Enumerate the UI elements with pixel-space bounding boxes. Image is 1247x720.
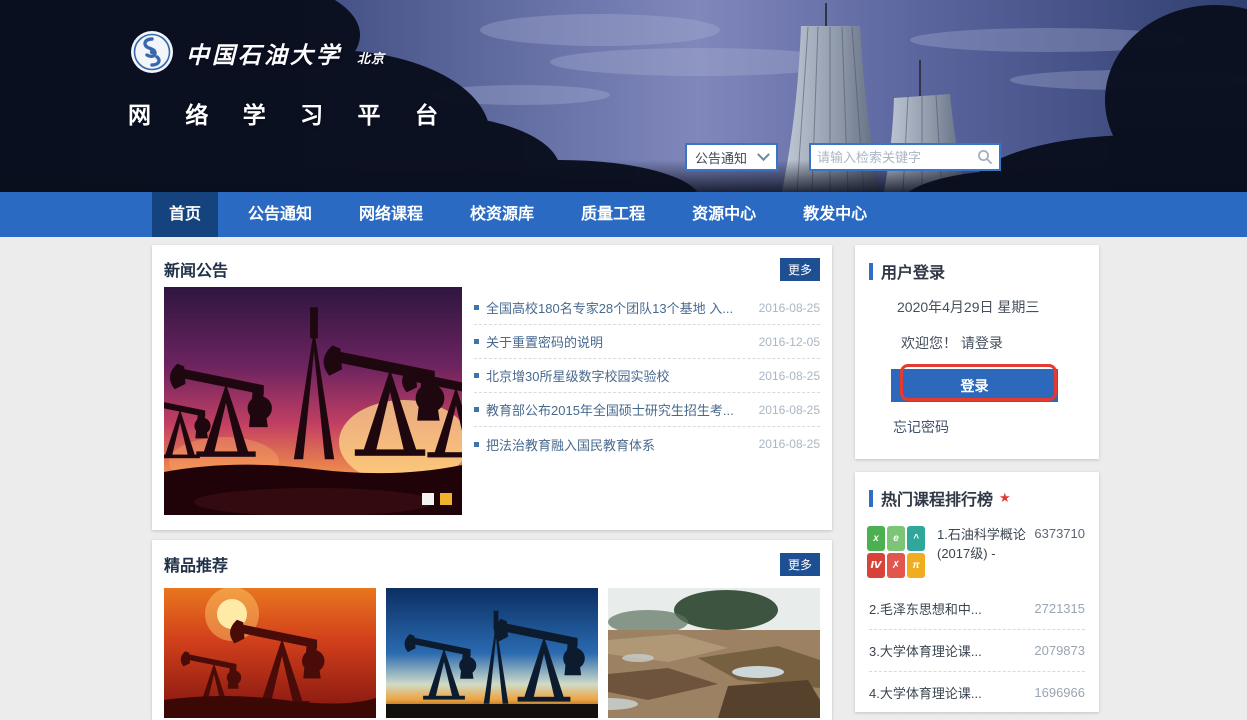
news-more-button[interactable]: 更多 bbox=[780, 258, 820, 281]
university-name: 中国石油大学 北京 bbox=[186, 36, 506, 70]
pager-dot-1[interactable] bbox=[422, 493, 434, 505]
news-section: 新闻公告 更多 bbox=[152, 245, 832, 530]
news-link[interactable]: 北京增30所星级数字校园实验校 bbox=[486, 366, 749, 385]
news-link[interactable]: 把法治教育融入国民教育体系 bbox=[486, 435, 749, 454]
featured-more-button[interactable]: 更多 bbox=[780, 553, 820, 576]
course-name[interactable]: 4.大学体育理论课... bbox=[869, 683, 982, 702]
news-item[interactable]: 全国高校180名专家28个团队13个基地 入... 2016-08-25 bbox=[474, 291, 820, 325]
featured-course-thumb[interactable] bbox=[386, 588, 598, 718]
hot-courses-section: 热门课程排行榜 ★ x e ^ Ⅳ ✗ π 1.石油科学概论(2017级) - … bbox=[855, 472, 1099, 712]
oilfield-sunset-image bbox=[164, 287, 462, 515]
rocky-landscape-image bbox=[608, 588, 820, 718]
search-row: 公告通知 bbox=[0, 143, 1247, 173]
campus-label: 北京 bbox=[357, 52, 385, 67]
search-box bbox=[809, 143, 1001, 171]
search-category-value: 公告通知 bbox=[695, 148, 747, 167]
nav-item-home[interactable]: 首页 bbox=[152, 192, 218, 237]
math-tile-icon: ✗ bbox=[887, 553, 905, 578]
news-link[interactable]: 关于重置密码的说明 bbox=[486, 332, 749, 351]
university-logo-icon bbox=[130, 30, 174, 74]
news-item[interactable]: 教育部公布2015年全国硕士研究生招生考... 2016-08-25 bbox=[474, 393, 820, 427]
math-tile-icon: ^ bbox=[907, 526, 925, 551]
carousel-pager bbox=[422, 493, 452, 505]
news-link[interactable]: 全国高校180名专家28个团队13个基地 入... bbox=[486, 298, 749, 317]
course-name[interactable]: 2.毛泽东思想和中... bbox=[869, 599, 982, 618]
news-item[interactable]: 北京增30所星级数字校园实验校 2016-08-25 bbox=[474, 359, 820, 393]
bullet-icon bbox=[474, 373, 479, 378]
nav-item-quality-projects[interactable]: 质量工程 bbox=[564, 192, 662, 237]
search-category-select[interactable]: 公告通知 bbox=[685, 143, 778, 171]
search-icon[interactable] bbox=[977, 149, 993, 165]
bullet-icon bbox=[474, 407, 479, 412]
nav-item-resource-center[interactable]: 资源中心 bbox=[675, 192, 773, 237]
featured-title: 精品推荐 bbox=[164, 552, 228, 576]
rank-item-4[interactable]: 4.大学体育理论课... 1696966 bbox=[869, 672, 1085, 714]
current-date: 2020年4月29日 星期三 bbox=[897, 297, 1039, 317]
login-title: 用户登录 bbox=[881, 259, 945, 283]
red-sunset-oilfield-image bbox=[164, 588, 376, 718]
nav-item-announcements[interactable]: 公告通知 bbox=[231, 192, 329, 237]
course-count: 6373710 bbox=[1034, 526, 1085, 578]
nav-item-teaching-center[interactable]: 教发中心 bbox=[786, 192, 884, 237]
rank-item-1[interactable]: x e ^ Ⅳ ✗ π 1.石油科学概论(2017级) - 6373710 bbox=[855, 510, 1099, 588]
platform-title: 网 络 学 习 平 台 bbox=[128, 96, 452, 130]
news-carousel-image[interactable] bbox=[164, 287, 462, 515]
math-tile-icon: π bbox=[907, 553, 925, 578]
main-nav: 首页 公告通知 网络课程 校资源库 质量工程 资源中心 教发中心 bbox=[0, 192, 1247, 237]
blue-dusk-oilfield-image bbox=[386, 588, 598, 718]
section-accent-bar bbox=[869, 263, 873, 280]
hero-header: 中国石油大学 北京 网 络 学 习 平 台 公告通知 bbox=[0, 0, 1247, 192]
rank-item-2[interactable]: 2.毛泽东思想和中... 2721315 bbox=[869, 588, 1085, 630]
chevron-down-icon bbox=[757, 148, 770, 161]
star-icon: ★ bbox=[999, 490, 1011, 506]
rank-item-3[interactable]: 3.大学体育理论课... 2079873 bbox=[869, 630, 1085, 672]
bullet-icon bbox=[474, 442, 479, 447]
bullet-icon bbox=[474, 339, 479, 344]
news-title: 新闻公告 bbox=[164, 257, 228, 281]
course-name[interactable]: 1.石油科学概论(2017级) - bbox=[937, 526, 1032, 578]
course-name[interactable]: 3.大学体育理论课... bbox=[869, 641, 982, 660]
course-count: 1696966 bbox=[1034, 685, 1085, 700]
news-link[interactable]: 教育部公布2015年全国硕士研究生招生考... bbox=[486, 400, 749, 419]
featured-course-thumb[interactable] bbox=[608, 588, 820, 718]
pager-dot-2[interactable] bbox=[440, 493, 452, 505]
news-list: 全国高校180名专家28个团队13个基地 入... 2016-08-25 关于重… bbox=[474, 291, 820, 461]
math-tile-icon: e bbox=[887, 526, 905, 551]
news-date: 2016-08-25 bbox=[759, 403, 820, 417]
news-date: 2016-08-25 bbox=[759, 437, 820, 451]
math-tile-icon: x bbox=[867, 526, 885, 551]
news-date: 2016-08-25 bbox=[759, 301, 820, 315]
course-count: 2721315 bbox=[1034, 601, 1085, 616]
forgot-password-link[interactable]: 忘记密码 bbox=[893, 417, 949, 437]
ranking-title: 热门课程排行榜 bbox=[881, 486, 993, 510]
course-count: 2079873 bbox=[1034, 643, 1085, 658]
nav-item-school-resources[interactable]: 校资源库 bbox=[453, 192, 551, 237]
welcome-text: 欢迎您！ 请登录 bbox=[901, 333, 1003, 353]
login-button[interactable]: 登录 bbox=[891, 369, 1058, 402]
news-date: 2016-08-25 bbox=[759, 369, 820, 383]
main-content: 新闻公告 更多 bbox=[152, 237, 1099, 720]
featured-course-thumb[interactable] bbox=[164, 588, 376, 718]
bullet-icon bbox=[474, 305, 479, 310]
news-item[interactable]: 关于重置密码的说明 2016-12-05 bbox=[474, 325, 820, 359]
featured-section: 精品推荐 更多 bbox=[152, 540, 832, 720]
math-tile-icon: Ⅳ bbox=[867, 553, 885, 578]
login-section: 用户登录 2020年4月29日 星期三 欢迎您！ 请登录 登录 忘记密码 bbox=[855, 245, 1099, 459]
nav-item-online-courses[interactable]: 网络课程 bbox=[342, 192, 440, 237]
search-input[interactable] bbox=[817, 150, 977, 165]
section-accent-bar bbox=[869, 490, 873, 507]
news-date: 2016-12-05 bbox=[759, 335, 820, 349]
news-item[interactable]: 把法治教育融入国民教育体系 2016-08-25 bbox=[474, 427, 820, 461]
course-icon: x e ^ Ⅳ ✗ π bbox=[867, 526, 925, 578]
